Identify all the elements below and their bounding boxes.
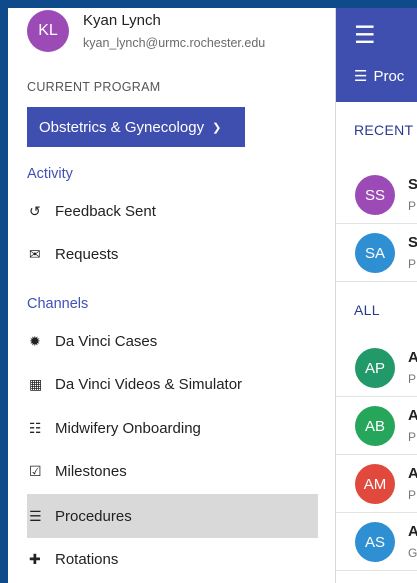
list-item-title: A: [408, 523, 417, 540]
certificate-icon: ✹: [29, 332, 41, 349]
list-item-title: S: [408, 176, 417, 193]
list-item-subtitle: P: [408, 488, 417, 502]
program-select-label: Obstetrics & Gynecology: [39, 118, 205, 136]
avatar: AS: [355, 522, 395, 562]
navigation-drawer: KL Kyan Lynch kyan_lynch@urmc.rochester.…: [8, 8, 336, 583]
user-profile[interactable]: KL Kyan Lynch kyan_lynch@urmc.rochester.…: [27, 8, 327, 78]
program-select-button[interactable]: Obstetrics & Gynecology ❯: [27, 107, 245, 147]
channels-heading: Channels: [27, 296, 89, 312]
film-icon: ▦: [29, 375, 43, 392]
list-item-subtitle: P: [408, 430, 417, 444]
list-item-title: A: [408, 349, 417, 366]
list-icon: ☰: [29, 507, 42, 524]
list-item[interactable]: AB A P: [336, 397, 417, 455]
list-item-title: S: [408, 234, 417, 251]
nav-item-label: Da Vinci Cases: [55, 332, 158, 350]
list-item-title: A: [408, 465, 417, 482]
page-title: ☰ Proc: [354, 68, 405, 85]
nav-item-label: Milestones: [55, 462, 127, 480]
list-item[interactable]: SS S P: [336, 166, 417, 224]
app-bar: ☰ ☰ Proc: [336, 8, 417, 102]
activity-heading: Activity: [27, 166, 73, 182]
avatar: SS: [355, 175, 395, 215]
user-email: kyan_lynch@urmc.rochester.edu: [83, 36, 266, 50]
chevron-down-icon: ❯: [212, 121, 222, 134]
current-program-caption: CURRENT PROGRAM: [27, 80, 161, 94]
nav-item-label: Midwifery Onboarding: [55, 419, 201, 437]
list-item-subtitle: P: [408, 257, 417, 271]
avatar: SA: [355, 233, 395, 273]
nav-item-label: Requests: [55, 245, 119, 263]
list-item[interactable]: SA S P: [336, 224, 417, 282]
nav-item-label: Da Vinci Videos & Simulator: [55, 375, 243, 393]
checkbox-icon: ☑: [29, 462, 42, 479]
recent-section-header: RECENT: [354, 122, 414, 138]
list-item[interactable]: AS A G: [336, 513, 417, 571]
nav-item-label: Feedback Sent: [55, 202, 156, 220]
list-item[interactable]: AM A P: [336, 455, 417, 513]
app-frame: KL Kyan Lynch kyan_lynch@urmc.rochester.…: [8, 8, 417, 583]
user-avatar: KL: [27, 10, 69, 52]
list-item-subtitle: P: [408, 372, 417, 386]
nav-item-midwifery-onboarding[interactable]: ☷ Midwifery Onboarding: [27, 406, 318, 450]
nav-item-da-vinci-cases[interactable]: ✹ Da Vinci Cases: [27, 319, 318, 363]
avatar: AB: [355, 406, 395, 446]
nav-item-rotations[interactable]: ✚ Rotations: [27, 537, 318, 581]
medkit-icon: ✚: [29, 550, 41, 567]
nav-item-procedures[interactable]: ☰ Procedures: [27, 494, 318, 538]
list-item-title: A: [408, 407, 417, 424]
hamburger-icon[interactable]: ☰: [354, 24, 376, 48]
avatar: AP: [355, 348, 395, 388]
history-icon: ↺: [29, 202, 41, 219]
nav-item-label: Procedures: [55, 507, 132, 525]
list-item[interactable]: AP A P: [336, 339, 417, 397]
list-item-subtitle: P: [408, 199, 417, 213]
avatar: AM: [355, 464, 395, 504]
nav-item-requests[interactable]: ✉ Requests: [27, 232, 318, 276]
envelope-icon: ✉: [29, 245, 41, 262]
nav-item-label: Rotations: [55, 550, 119, 568]
list-item-subtitle: G: [408, 546, 417, 560]
clipboard-icon: ☷: [29, 419, 42, 436]
list-icon: ☰: [354, 68, 368, 85]
nav-item-feedback-sent[interactable]: ↺ Feedback Sent: [27, 189, 318, 233]
all-section-header: ALL: [354, 302, 380, 318]
user-name: Kyan Lynch: [83, 12, 161, 29]
nav-item-milestones[interactable]: ☑ Milestones: [27, 449, 318, 493]
nav-item-da-vinci-videos[interactable]: ▦ Da Vinci Videos & Simulator: [27, 362, 318, 406]
